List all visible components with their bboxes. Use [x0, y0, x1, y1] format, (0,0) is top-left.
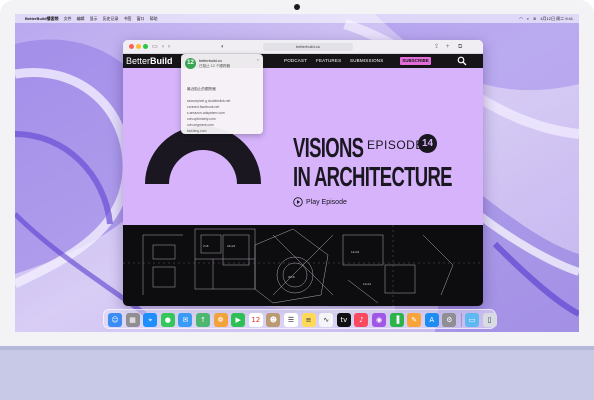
svg-text:12x12: 12x12 [363, 282, 372, 286]
blueprint-image: 2'x8 24x24 30x8 14x24 12x12 [123, 225, 483, 306]
menu-item[interactable]: 历史记录 [103, 16, 119, 22]
svg-text:2'x8: 2'x8 [203, 244, 209, 248]
freeform-icon[interactable]: ∿ [319, 313, 334, 327]
app-store-icon[interactable]: A [424, 313, 439, 327]
share-icon[interactable]: ⇪ [434, 42, 439, 52]
trash-icon[interactable]: ▯ [482, 313, 497, 327]
play-episode-label: Play Episode [306, 198, 347, 206]
desktop: BetterBuild播客频 文件 编辑 显示 历史记录 书签 窗口 帮助 ◠ … [15, 14, 579, 332]
privacy-report-icon[interactable]: ◐ [221, 42, 225, 52]
downloads-folder-icon[interactable]: ▭ [465, 313, 479, 327]
play-episode-button[interactable]: Play Episode [293, 197, 347, 207]
dock: ☺ ▦ ⌖ ● ✉ ↑ ❁ ▶ 12 ☻ ☰ ≡ ∿ tv ♪ ◉ ▐ ✎ A ⚙ ▭ ▯ [103, 309, 497, 329]
popover-site-name: betterbuild.co [199, 59, 222, 63]
tracker-item: cdn.optimizely.com [187, 117, 216, 121]
site-logo[interactable]: BetterBuild [126, 56, 173, 67]
nav-link-features[interactable]: FEATURES [316, 58, 341, 64]
zoom-window-button[interactable] [143, 44, 148, 49]
control-center-icon[interactable]: ⊜ [533, 16, 536, 21]
tracker-item: securepixel.g.doubleclick.net [187, 99, 231, 103]
safari-window: ▭ ‹ › ◐ betterbuild.co ⇪ + ⧉ BetterBuild… [123, 40, 483, 306]
menu-item[interactable]: 书签 [124, 16, 132, 22]
new-tab-icon[interactable]: + [446, 42, 450, 52]
nav-link-podcast[interactable]: PODCAST [284, 58, 307, 64]
subscribe-button[interactable]: SUBSCRIBE [400, 57, 431, 65]
privacy-report-popover: 12 betterbuild.co 已阻止 12 个跟踪器 × 最近阻止的跟踪器… [181, 54, 263, 134]
device: BetterBuild播客频 文件 编辑 显示 历史记录 书签 窗口 帮助 ◠ … [0, 0, 594, 400]
tracker-item: connect.facebook.net [187, 105, 220, 109]
reminders-icon[interactable]: ☰ [284, 313, 298, 327]
calendar-icon[interactable]: 12 [248, 313, 263, 327]
webpage: BetterBuild PODCAST FEATURES SUBMISSIONS… [123, 54, 483, 306]
tracker-item: s.amazon-adsystem.com [187, 111, 225, 115]
trackers-section-title: 最近阻止的跟踪器 [187, 87, 216, 91]
site-search-icon[interactable] [457, 56, 467, 66]
site-navbar: BetterBuild PODCAST FEATURES SUBMISSIONS… [123, 54, 483, 68]
finder-icon[interactable]: ☺ [108, 313, 122, 327]
music-icon[interactable]: ♪ [354, 313, 369, 327]
episode-label: EPISODE [367, 138, 424, 152]
contacts-icon[interactable]: ☻ [266, 313, 281, 327]
tab-overview-icon[interactable]: ⧉ [458, 42, 462, 52]
play-icon [293, 197, 303, 207]
device-chin [0, 346, 594, 400]
tv-icon[interactable]: tv [336, 313, 351, 327]
menu-bar: BetterBuild播客频 文件 编辑 显示 历史记录 书签 窗口 帮助 ◠ … [15, 14, 579, 23]
tracker-item: bat.bing.com [187, 129, 207, 133]
logo-light: Better [126, 56, 151, 66]
episode-number-badge: 14 [418, 134, 437, 153]
popover-message: 已阻止 12 个跟踪器 [199, 64, 231, 68]
clock[interactable]: 4月12日 周二 9:41 [540, 16, 573, 22]
notes-icon[interactable]: ≡ [301, 313, 316, 327]
menu-item[interactable]: 窗口 [137, 16, 145, 22]
numbers-icon[interactable]: ▐ [389, 313, 404, 327]
tracker-item: cdn.segment.com [187, 123, 214, 127]
maps-icon[interactable]: ↑ [196, 313, 210, 327]
wifi-icon[interactable]: ◠ [519, 16, 523, 21]
menu-item[interactable]: 帮助 [150, 16, 158, 22]
pages-icon[interactable]: ✎ [407, 313, 422, 327]
svg-text:14x24: 14x24 [351, 250, 360, 254]
camera [294, 4, 300, 10]
forward-icon[interactable]: › [168, 42, 170, 52]
close-icon[interactable]: × [257, 57, 259, 62]
chin-edge [0, 346, 594, 350]
mail-icon[interactable]: ✉ [178, 313, 193, 327]
close-window-button[interactable] [129, 44, 134, 49]
svg-text:30x8: 30x8 [288, 275, 295, 279]
menu-item[interactable]: 编辑 [77, 16, 85, 22]
menu-item[interactable]: 文件 [64, 16, 72, 22]
tracker-count-badge: 12 [185, 58, 196, 69]
dock-separator [461, 313, 462, 327]
hero-title-line2: IN ARCHITECTURE [293, 161, 452, 192]
safari-icon[interactable]: ⌖ [143, 313, 158, 327]
back-icon[interactable]: ‹ [162, 42, 164, 52]
minimize-window-button[interactable] [136, 44, 141, 49]
menu-item[interactable]: 显示 [90, 16, 98, 22]
settings-icon[interactable]: ⚙ [442, 313, 457, 327]
launchpad-icon[interactable]: ▦ [125, 313, 140, 327]
menu-app-name[interactable]: BetterBuild播客频 [25, 16, 59, 22]
address-bar[interactable]: betterbuild.co [263, 43, 353, 51]
messages-icon[interactable]: ● [160, 313, 175, 327]
photos-icon[interactable]: ❁ [213, 313, 228, 327]
podcasts-icon[interactable]: ◉ [372, 313, 386, 327]
logo-bold: Build [150, 56, 173, 66]
menu-bar-status: ◠ ⌕ ⊜ 4月12日 周二 9:41 [519, 14, 573, 23]
hero-title-line1: VISIONS [293, 132, 364, 163]
svg-text:24x24: 24x24 [227, 244, 236, 248]
nav-link-submissions[interactable]: SUBMISSIONS [350, 58, 383, 64]
safari-toolbar: ▭ ‹ › ◐ betterbuild.co ⇪ + ⧉ [123, 40, 483, 54]
search-icon[interactable]: ⌕ [527, 16, 529, 21]
sidebar-icon[interactable]: ▭ [152, 42, 158, 52]
facetime-icon[interactable]: ▶ [231, 313, 246, 327]
